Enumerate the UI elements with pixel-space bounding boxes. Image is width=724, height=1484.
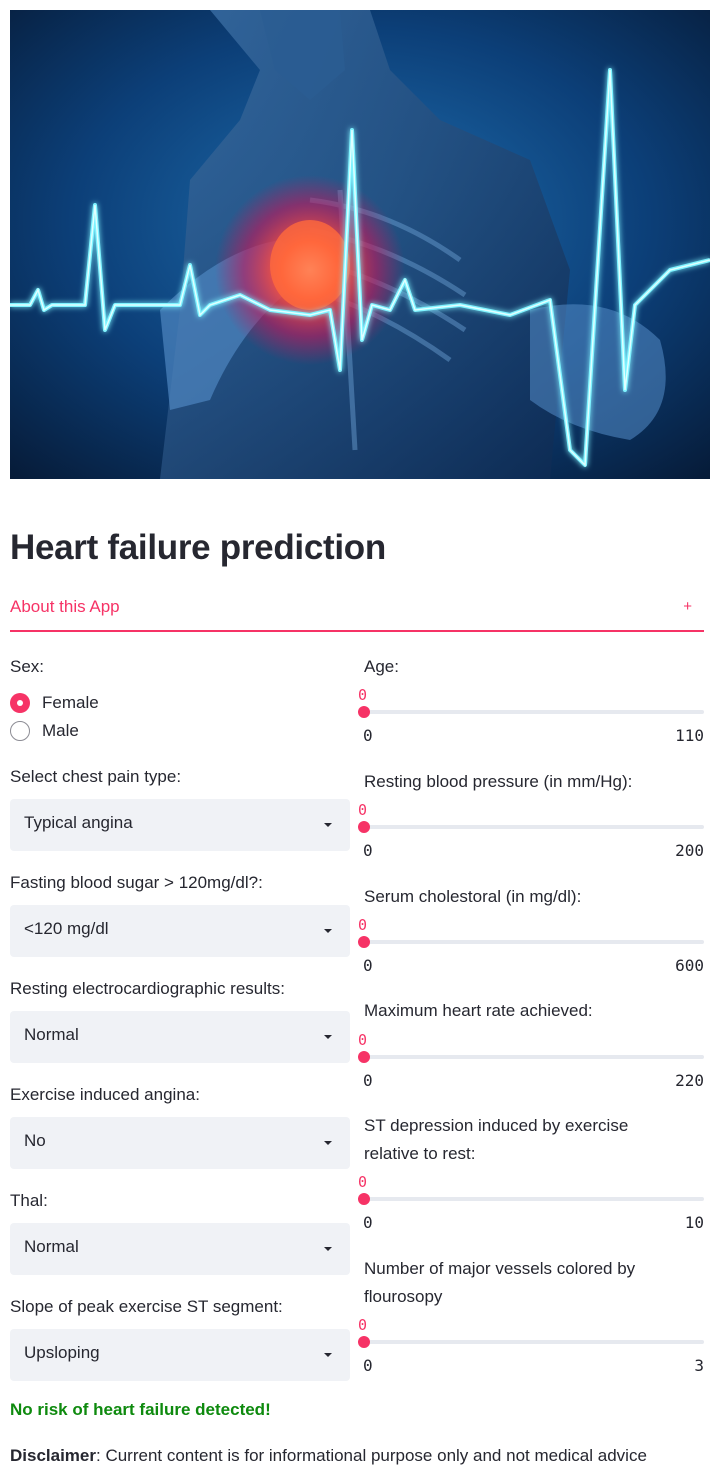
caret-down-icon	[324, 1247, 332, 1251]
slider-min: 0	[363, 1213, 373, 1232]
max-heart-rate-slider[interactable]: 0 0 220	[358, 1031, 704, 1091]
radio-female[interactable]: Female	[10, 691, 99, 715]
slider-thumb[interactable]	[358, 936, 370, 948]
slider-track[interactable]	[364, 940, 704, 944]
radio-checked-icon	[10, 693, 30, 713]
fasting-blood-sugar-value: <120 mg/dl	[24, 919, 109, 938]
expander-label: About this App	[10, 597, 120, 616]
slider-min: 0	[363, 726, 373, 745]
slider-current-value: 0	[358, 1316, 368, 1334]
major-vessels-slider[interactable]: 0 0 3	[358, 1316, 704, 1376]
disclaimer-text: : Current content is for informational p…	[96, 1446, 647, 1465]
slider-max: 110	[675, 726, 704, 745]
age-slider[interactable]: 0 0 110	[358, 686, 704, 746]
slider-max: 600	[675, 956, 704, 975]
slider-track[interactable]	[364, 1197, 704, 1201]
resting-ecg-label: Resting electrocardiographic results:	[10, 979, 285, 998]
major-vessels-label-line2: flourosopy	[364, 1287, 443, 1306]
slider-max: 3	[694, 1356, 704, 1375]
exercise-angina-value: No	[24, 1131, 46, 1150]
disclaimer-title: Disclaimer	[10, 1446, 96, 1465]
slider-thumb[interactable]	[358, 706, 370, 718]
caret-down-icon	[324, 1353, 332, 1357]
radio-label-female: Female	[42, 693, 99, 712]
slider-current-value: 0	[358, 801, 368, 819]
resting-bp-label: Resting blood pressure (in mm/Hg):	[364, 772, 633, 791]
disclaimer: Disclaimer: Current content is for infor…	[10, 1446, 647, 1466]
fasting-blood-sugar-label: Fasting blood sugar > 120mg/dl?:	[10, 873, 263, 892]
slider-current-value: 0	[358, 1031, 368, 1049]
slider-thumb[interactable]	[358, 1336, 370, 1348]
slope-select[interactable]: Upsloping	[10, 1329, 350, 1381]
radio-unchecked-icon	[10, 721, 30, 741]
resting-bp-slider[interactable]: 0 0 200	[358, 801, 704, 861]
st-depression-label-line2: relative to rest:	[364, 1144, 476, 1163]
slider-min: 0	[363, 1071, 373, 1090]
chest-pain-label: Select chest pain type:	[10, 767, 182, 786]
slider-track[interactable]	[364, 710, 704, 714]
slider-max: 10	[684, 1213, 704, 1232]
slider-track[interactable]	[364, 825, 704, 829]
hero-image	[10, 10, 710, 479]
about-expander[interactable]: About this App +	[10, 584, 704, 632]
thal-value: Normal	[24, 1237, 79, 1256]
slope-label: Slope of peak exercise ST segment:	[10, 1297, 283, 1316]
major-vessels-label-line1: Number of major vessels colored by	[364, 1259, 636, 1278]
fasting-blood-sugar-select[interactable]: <120 mg/dl	[10, 905, 350, 957]
sex-label: Sex:	[10, 657, 45, 676]
max-heart-rate-label: Maximum heart rate achieved:	[364, 1001, 593, 1020]
resting-ecg-value: Normal	[24, 1025, 79, 1044]
heart-ecg-illustration	[10, 10, 710, 479]
st-depression-slider[interactable]: 0 0 10	[358, 1173, 704, 1233]
page-title: Heart failure prediction	[10, 528, 386, 567]
slider-min: 0	[363, 1356, 373, 1375]
slider-thumb[interactable]	[358, 1193, 370, 1205]
caret-down-icon	[324, 823, 332, 827]
slider-current-value: 0	[358, 916, 368, 934]
slider-max: 200	[675, 841, 704, 860]
age-label: Age:	[364, 657, 399, 676]
slider-current-value: 0	[358, 1173, 368, 1191]
exercise-angina-label: Exercise induced angina:	[10, 1085, 200, 1104]
slope-value: Upsloping	[24, 1343, 100, 1362]
radio-label-male: Male	[42, 721, 79, 740]
slider-current-value: 0	[358, 686, 368, 704]
thal-label: Thal:	[10, 1191, 48, 1210]
prediction-result: No risk of heart failure detected!	[10, 1400, 271, 1419]
slider-min: 0	[363, 956, 373, 975]
slider-track[interactable]	[364, 1340, 704, 1344]
thal-select[interactable]: Normal	[10, 1223, 350, 1275]
cholesterol-label: Serum cholestoral (in mg/dl):	[364, 887, 582, 906]
caret-down-icon	[324, 1141, 332, 1145]
slider-thumb[interactable]	[358, 821, 370, 833]
caret-down-icon	[324, 1035, 332, 1039]
slider-max: 220	[675, 1071, 704, 1090]
chest-pain-select[interactable]: Typical angina	[10, 799, 350, 851]
slider-min: 0	[363, 841, 373, 860]
chest-pain-value: Typical angina	[24, 813, 133, 832]
exercise-angina-select[interactable]: No	[10, 1117, 350, 1169]
slider-thumb[interactable]	[358, 1051, 370, 1063]
slider-track[interactable]	[364, 1055, 704, 1059]
caret-down-icon	[324, 929, 332, 933]
radio-male[interactable]: Male	[10, 719, 79, 743]
plus-icon: +	[683, 598, 692, 615]
st-depression-label-line1: ST depression induced by exercise	[364, 1116, 629, 1135]
cholesterol-slider[interactable]: 0 0 600	[358, 916, 704, 976]
resting-ecg-select[interactable]: Normal	[10, 1011, 350, 1063]
